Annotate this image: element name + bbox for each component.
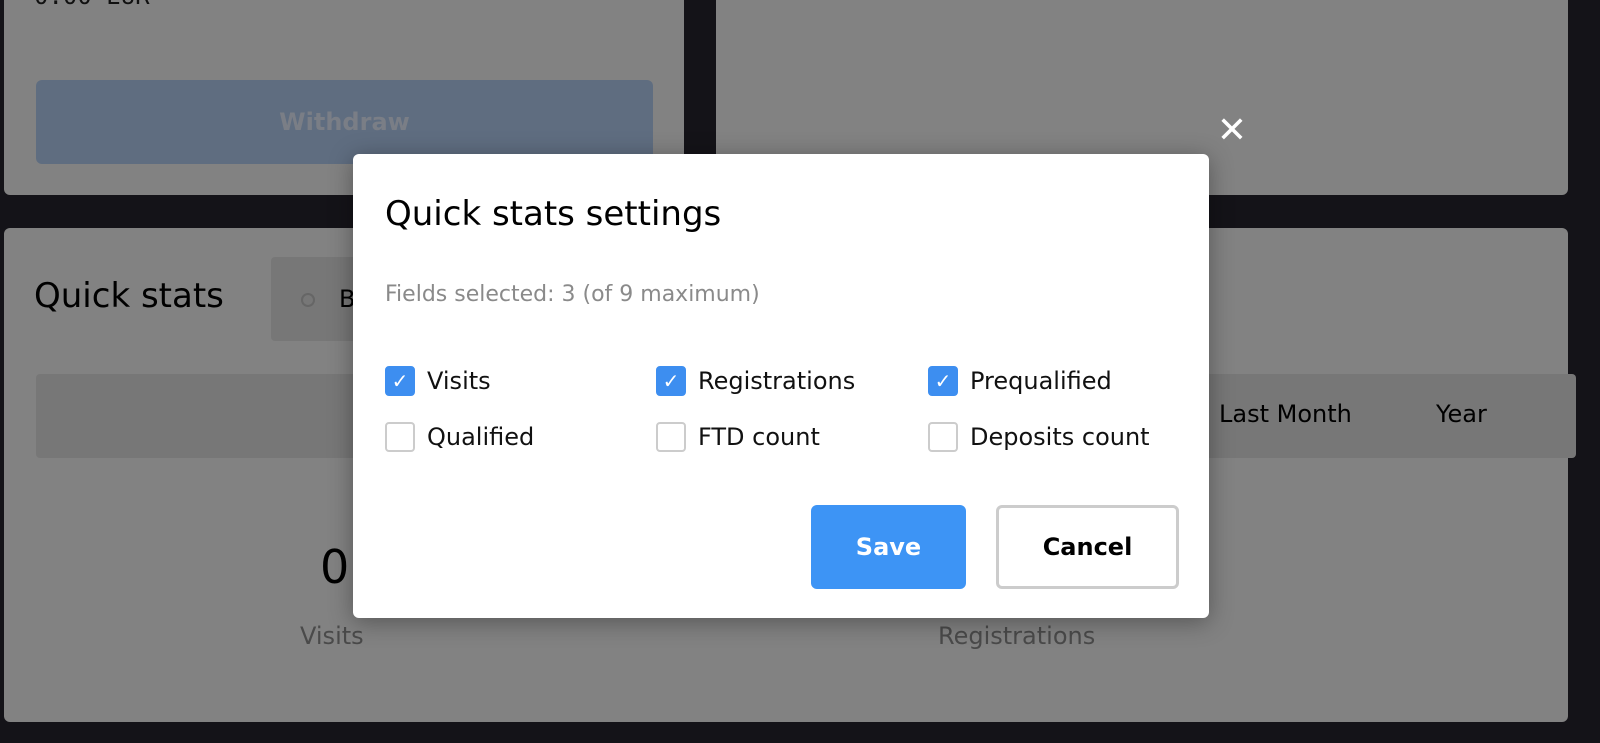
checkbox-label: Registrations xyxy=(698,367,856,395)
save-button[interactable]: Save xyxy=(811,505,966,589)
checkbox-label: Deposits count xyxy=(970,423,1150,451)
stat-label: Visits xyxy=(300,622,364,650)
tab-year[interactable]: Year xyxy=(1436,400,1487,428)
checkbox-option[interactable]: ✓ Registrations xyxy=(656,366,855,396)
close-icon[interactable]: ✕ xyxy=(1216,113,1248,149)
checkbox-checked-icon[interactable]: ✓ xyxy=(928,366,958,396)
quick-stats-settings-dialog: Quick stats settings Fields selected: 3 … xyxy=(353,154,1209,618)
checkbox-option[interactable]: Deposits count xyxy=(928,422,1150,452)
checkbox-label: Visits xyxy=(427,367,491,395)
checkbox-option[interactable]: Qualified xyxy=(385,422,534,452)
radio-icon xyxy=(301,293,315,307)
checkbox-label: Prequalified xyxy=(970,367,1112,395)
tab-last-month[interactable]: Last Month xyxy=(1219,400,1352,428)
checkbox-unchecked-icon[interactable] xyxy=(656,422,686,452)
checkbox-label: Qualified xyxy=(427,423,535,451)
dialog-title: Quick stats settings xyxy=(385,194,722,234)
cancel-button[interactable]: Cancel xyxy=(996,505,1179,589)
checkbox-label: FTD count xyxy=(698,423,820,451)
checkbox-checked-icon[interactable]: ✓ xyxy=(385,366,415,396)
checkbox-option[interactable]: ✓ Visits xyxy=(385,366,491,396)
checkbox-option[interactable]: ✓ Prequalified xyxy=(928,366,1112,396)
stat-value: 0 xyxy=(320,540,350,594)
balance-value: 0.00 EUR xyxy=(34,0,150,10)
checkbox-option[interactable]: FTD count xyxy=(656,422,820,452)
withdraw-button[interactable]: Withdraw xyxy=(36,80,653,164)
quick-stats-title: Quick stats xyxy=(34,276,224,316)
fields-selected-count: Fields selected: 3 (of 9 maximum) xyxy=(385,282,760,307)
checkbox-checked-icon[interactable]: ✓ xyxy=(656,366,686,396)
checkbox-unchecked-icon[interactable] xyxy=(385,422,415,452)
checkbox-unchecked-icon[interactable] xyxy=(928,422,958,452)
stat-label: Registrations xyxy=(938,622,1096,650)
